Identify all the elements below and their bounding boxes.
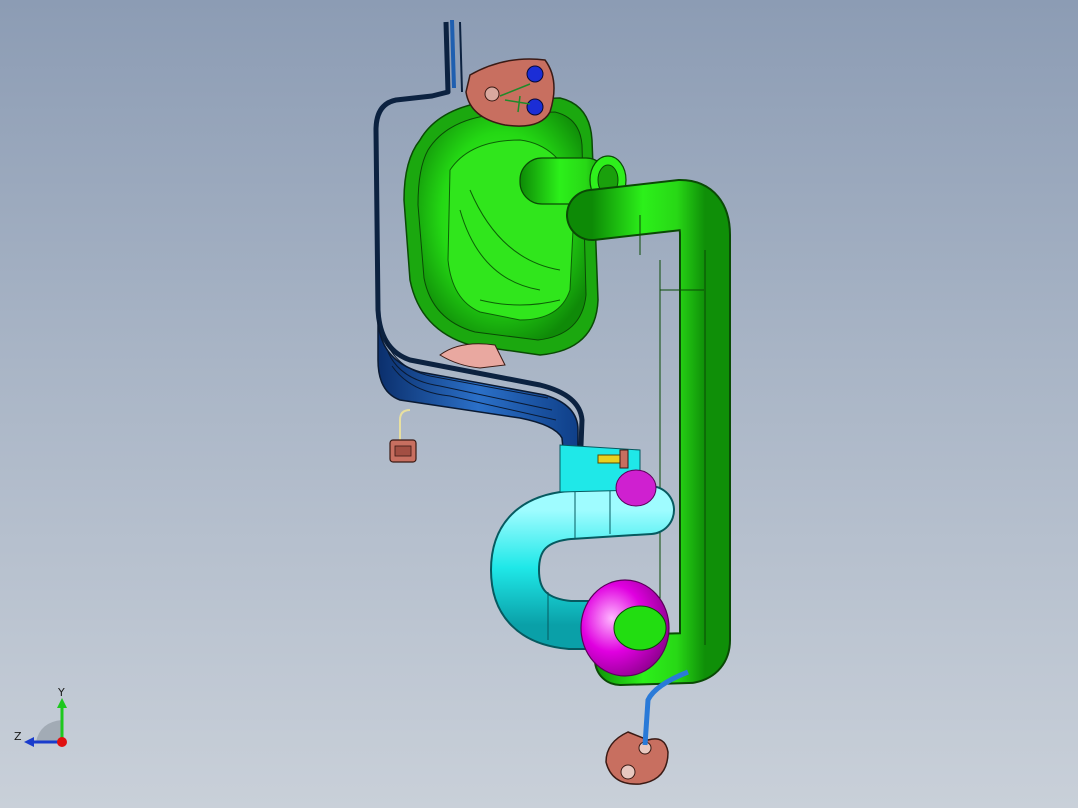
muffler-saddle[interactable] xyxy=(439,343,506,369)
triad-z-label: Z xyxy=(14,730,22,743)
mounting-flange-bottom[interactable] xyxy=(605,669,689,785)
triad-x-origin xyxy=(57,737,67,747)
orientation-triad: Y Z xyxy=(14,686,67,747)
triad-y-label: Y xyxy=(57,686,65,699)
triad-y-arrow xyxy=(57,698,67,708)
exhaust-assembly-model[interactable] xyxy=(0,0,1078,808)
sensor-connector[interactable] xyxy=(389,409,417,463)
triad-arc xyxy=(36,720,62,742)
triad-z-arrow xyxy=(24,737,34,747)
cad-graphics-viewport[interactable]: Y Z xyxy=(0,0,1078,808)
